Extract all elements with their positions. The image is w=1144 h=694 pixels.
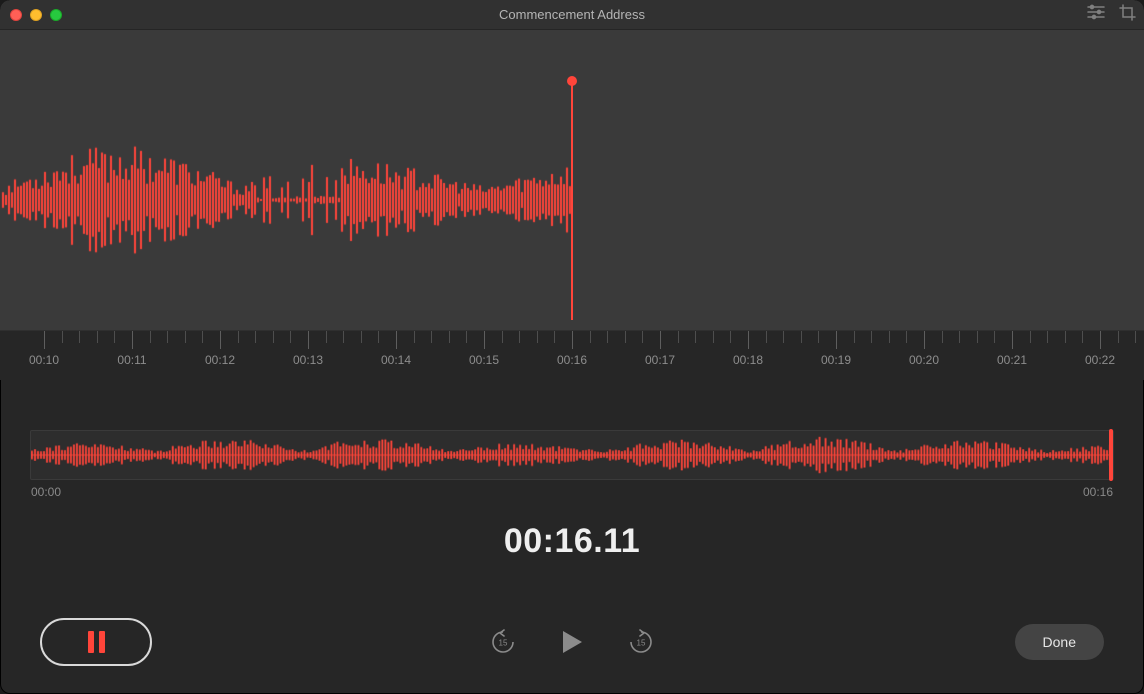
transport-controls: 15 15 Done bbox=[0, 614, 1144, 670]
window-title: Commencement Address bbox=[499, 7, 645, 22]
skip-back-15-button[interactable]: 15 bbox=[490, 629, 516, 655]
play-button[interactable] bbox=[560, 629, 584, 655]
minimize-window-button[interactable] bbox=[30, 9, 42, 21]
waveform-canvas bbox=[0, 30, 1144, 330]
ruler-label: 00:12 bbox=[205, 353, 235, 367]
ruler-label: 00:21 bbox=[997, 353, 1027, 367]
ruler-label: 00:14 bbox=[381, 353, 411, 367]
overview-time-labels: 00:00 00:16 bbox=[31, 479, 1113, 499]
pause-icon bbox=[88, 631, 105, 653]
playback-controls: 15 15 bbox=[490, 629, 654, 655]
zoom-window-button[interactable] bbox=[50, 9, 62, 21]
equalizer-icon[interactable] bbox=[1087, 4, 1105, 25]
time-ruler[interactable]: 00:10 00:11 00:12 00:13 00:14 00:15 00:16 00:17… bbox=[0, 330, 1144, 380]
overview-canvas bbox=[31, 431, 1113, 479]
titlebar-actions bbox=[1087, 4, 1136, 26]
pause-button[interactable] bbox=[40, 618, 152, 666]
ruler-label: 00:15 bbox=[469, 353, 499, 367]
ruler-label: 00:19 bbox=[821, 353, 851, 367]
overview-end-time: 00:16 bbox=[1083, 485, 1113, 499]
skip-back-amount: 15 bbox=[499, 639, 508, 648]
skip-forward-amount: 15 bbox=[637, 639, 646, 648]
overview-track[interactable]: 00:00 00:16 bbox=[30, 430, 1114, 480]
ruler-label: 00:10 bbox=[29, 353, 59, 367]
traffic-lights bbox=[10, 9, 62, 21]
overview-start-time: 00:00 bbox=[31, 485, 61, 499]
ruler-label: 00:20 bbox=[909, 353, 939, 367]
ruler-label: 00:22 bbox=[1085, 353, 1115, 367]
crop-icon[interactable] bbox=[1119, 4, 1136, 26]
skip-forward-15-button[interactable]: 15 bbox=[628, 629, 654, 655]
ruler-label: 00:13 bbox=[293, 353, 323, 367]
ruler-label: 00:11 bbox=[117, 353, 146, 367]
ruler-label: 00:16 bbox=[557, 353, 587, 367]
elapsed-time: 00:16.11 bbox=[0, 522, 1144, 561]
titlebar: Commencement Address bbox=[0, 0, 1144, 30]
close-window-button[interactable] bbox=[10, 9, 22, 21]
ruler-ticks: 00:10 00:11 00:12 00:13 00:14 00:15 00:16 00:17… bbox=[0, 331, 1144, 380]
ruler-label: 00:17 bbox=[645, 353, 675, 367]
overview-cursor[interactable] bbox=[1109, 429, 1113, 481]
app-window: Commencement Address bbox=[0, 0, 1144, 694]
ruler-label: 00:18 bbox=[733, 353, 763, 367]
waveform-editor[interactable] bbox=[0, 30, 1144, 330]
done-button[interactable]: Done bbox=[1015, 624, 1104, 660]
